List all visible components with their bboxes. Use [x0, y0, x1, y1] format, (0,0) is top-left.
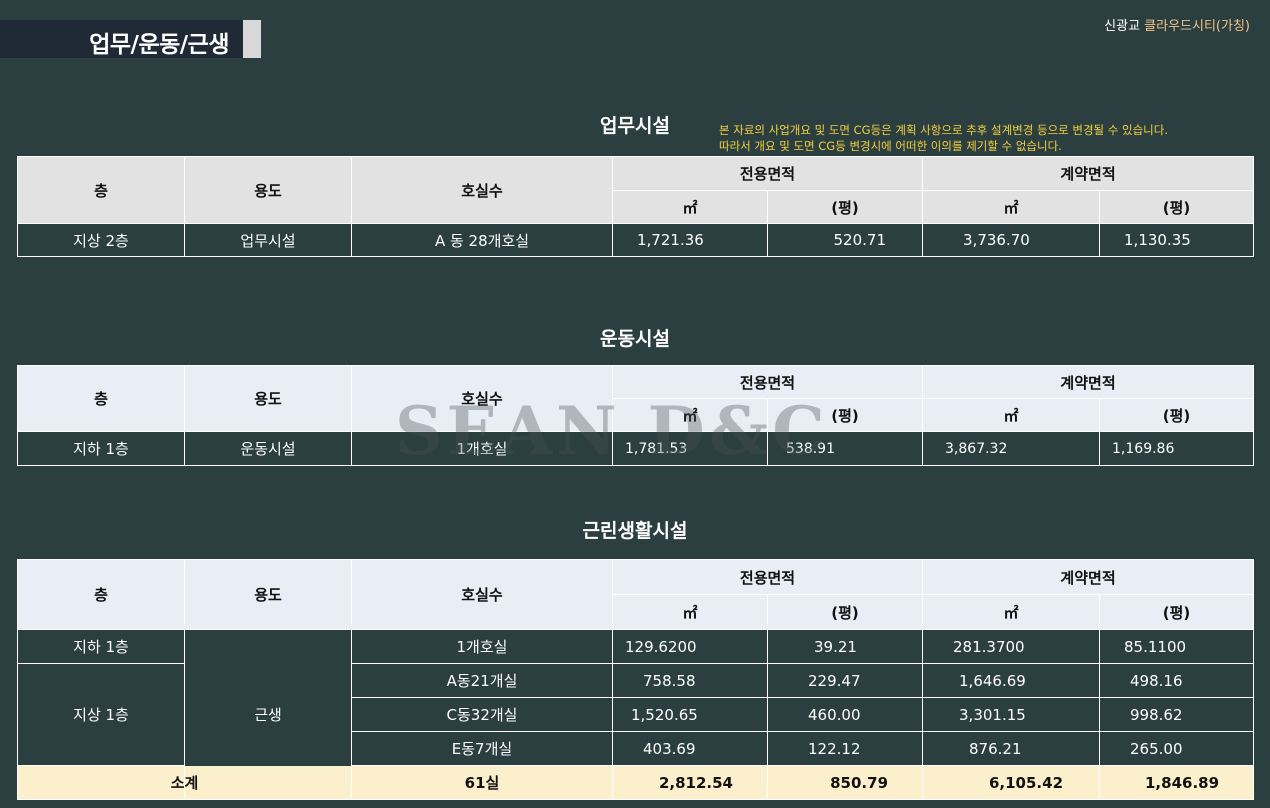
cell-contract-sqm: 3,736.70	[922, 223, 1101, 257]
cell-contract-pyeong: 265.00	[1099, 731, 1255, 766]
cell-rooms: 1개호실	[351, 431, 613, 466]
cell-use: 운동시설	[184, 431, 352, 466]
col-exclusive-pyeong: (평)	[766, 190, 924, 224]
col-contract-pyeong: (평)	[1099, 594, 1255, 630]
total-row: 소계 61실 2,812.54 850.79 6,105.42 1,846.89	[17, 765, 1255, 800]
cell-contract-pyeong: 498.16	[1099, 663, 1255, 698]
cell-exclusive-pyeong: 460.00	[766, 697, 924, 732]
total-contract-sqm: 6,105.42	[922, 765, 1101, 800]
total-exclusive-sqm: 2,812.54	[612, 765, 768, 800]
cell-contract-pyeong: 1,169.86	[1099, 431, 1255, 466]
disclaimer-line-1: 본 자료의 사업개요 및 도면 CG등은 계획 사항으로 추후 설계변경 등으로…	[719, 123, 1168, 137]
col-exclusive-area: 전용면적	[611, 559, 924, 595]
disclaimer-notice: 본 자료의 사업개요 및 도면 CG등은 계획 사항으로 추후 설계변경 등으로…	[719, 122, 1168, 154]
col-exclusive-pyeong: (평)	[766, 398, 924, 432]
table-row: 지상 2층 업무시설 A 동 28개호실 1,721.36 520.71 3,7…	[17, 223, 1255, 257]
retail-table: 층 용도 호실수 전용면적 계약면적 ㎡ (평) ㎡ (평) 지하 1층 근생 …	[17, 559, 1255, 800]
cell-rooms: E동7개실	[351, 731, 613, 766]
cell-contract-pyeong: 998.62	[1099, 697, 1255, 732]
col-exclusive-area: 전용면적	[611, 156, 924, 191]
cell-exclusive-pyeong: 229.47	[766, 663, 924, 698]
cell-contract-sqm: 876.21	[922, 731, 1101, 766]
cell-floor: 지하 1층	[17, 629, 185, 664]
retail-section-title: 근린생활시설	[582, 520, 688, 542]
cell-floor: 지상 1층	[17, 663, 185, 766]
col-floor: 층	[17, 156, 185, 224]
cell-exclusive-pyeong: 538.91	[766, 431, 924, 466]
col-contract-sqm: ㎡	[922, 398, 1101, 432]
cell-exclusive-sqm: 1,781.53	[612, 431, 768, 466]
col-use: 용도	[184, 156, 352, 224]
title-accent	[243, 20, 261, 58]
cell-contract-sqm: 3,867.32	[922, 431, 1101, 466]
col-exclusive-area: 전용면적	[611, 365, 924, 399]
col-rooms: 호실수	[351, 559, 613, 630]
sports-table: 층 용도 호실수 전용면적 계약면적 ㎡ (평) ㎡ (평) 지하 1층 운동시…	[17, 365, 1255, 466]
col-contract-sqm: ㎡	[922, 594, 1101, 630]
cell-rooms: A 동 28개호실	[351, 223, 613, 257]
brand-name: 클라우드시티(가칭)	[1144, 19, 1250, 34]
cell-contract-pyeong: 85.1100	[1099, 629, 1255, 664]
cell-contract-pyeong: 1,130.35	[1099, 223, 1255, 257]
table-row: 지하 1층 근생 1개호실 129.6200 39.21 281.3700 85…	[17, 629, 1255, 800]
col-exclusive-sqm: ㎡	[612, 398, 768, 432]
table-row: 지하 1층 운동시설 1개호실 1,781.53 538.91 3,867.32…	[17, 431, 1255, 466]
cell-rooms: 1개호실	[351, 629, 613, 664]
office-table: 층 용도 호실수 전용면적 계약면적 ㎡ (평) ㎡ (평) 지상 2층 업무시…	[17, 156, 1255, 257]
cell-exclusive-pyeong: 520.71	[766, 223, 924, 257]
cell-contract-sqm: 281.3700	[922, 629, 1101, 664]
col-rooms: 호실수	[351, 156, 613, 224]
col-use: 용도	[184, 559, 352, 630]
cell-floor: 지하 1층	[17, 431, 185, 466]
col-exclusive-sqm: ㎡	[612, 594, 768, 630]
col-exclusive-sqm: ㎡	[612, 190, 768, 224]
cell-exclusive-sqm: 758.58	[612, 663, 768, 698]
col-use: 용도	[184, 365, 352, 432]
cell-contract-sqm: 1,646.69	[922, 663, 1101, 698]
brand: 신광교 클라우드시티(가칭)	[1104, 15, 1250, 34]
brand-prefix: 신광교	[1104, 19, 1145, 34]
cell-use: 업무시설	[184, 223, 352, 257]
total-exclusive-pyeong: 850.79	[766, 765, 924, 800]
cell-exclusive-sqm: 403.69	[612, 731, 768, 766]
page-title-bar: 업무/운동/근생	[0, 20, 243, 58]
cell-exclusive-sqm: 129.6200	[612, 629, 768, 664]
cell-contract-sqm: 3,301.15	[922, 697, 1101, 732]
col-exclusive-pyeong: (평)	[766, 594, 924, 630]
col-contract-area: 계약면적	[922, 156, 1255, 191]
total-rooms: 61실	[351, 765, 613, 800]
cell-exclusive-pyeong: 122.12	[766, 731, 924, 766]
col-contract-pyeong: (평)	[1099, 398, 1255, 432]
cell-exclusive-sqm: 1,520.65	[612, 697, 768, 732]
cell-rooms: A동21개실	[351, 663, 613, 698]
col-contract-area: 계약면적	[922, 365, 1255, 399]
col-floor: 층	[17, 559, 185, 630]
total-contract-pyeong: 1,846.89	[1099, 765, 1255, 800]
col-rooms: 호실수	[351, 365, 613, 432]
cell-floor: 지상 2층	[17, 223, 185, 257]
total-label: 소계	[17, 765, 352, 800]
disclaimer-line-2: 따라서 개요 및 도면 CG등 변경시에 어떠한 이의를 제기할 수 없습니다.	[719, 139, 1062, 153]
page-title: 업무/운동/근생	[89, 32, 229, 58]
cell-exclusive-sqm: 1,721.36	[612, 223, 768, 257]
col-floor: 층	[17, 365, 185, 432]
col-contract-sqm: ㎡	[922, 190, 1101, 224]
col-contract-area: 계약면적	[922, 559, 1255, 595]
sports-section-title: 운동시설	[600, 328, 670, 350]
cell-rooms: C동32개실	[351, 697, 613, 732]
cell-exclusive-pyeong: 39.21	[766, 629, 924, 664]
col-contract-pyeong: (평)	[1099, 190, 1255, 224]
